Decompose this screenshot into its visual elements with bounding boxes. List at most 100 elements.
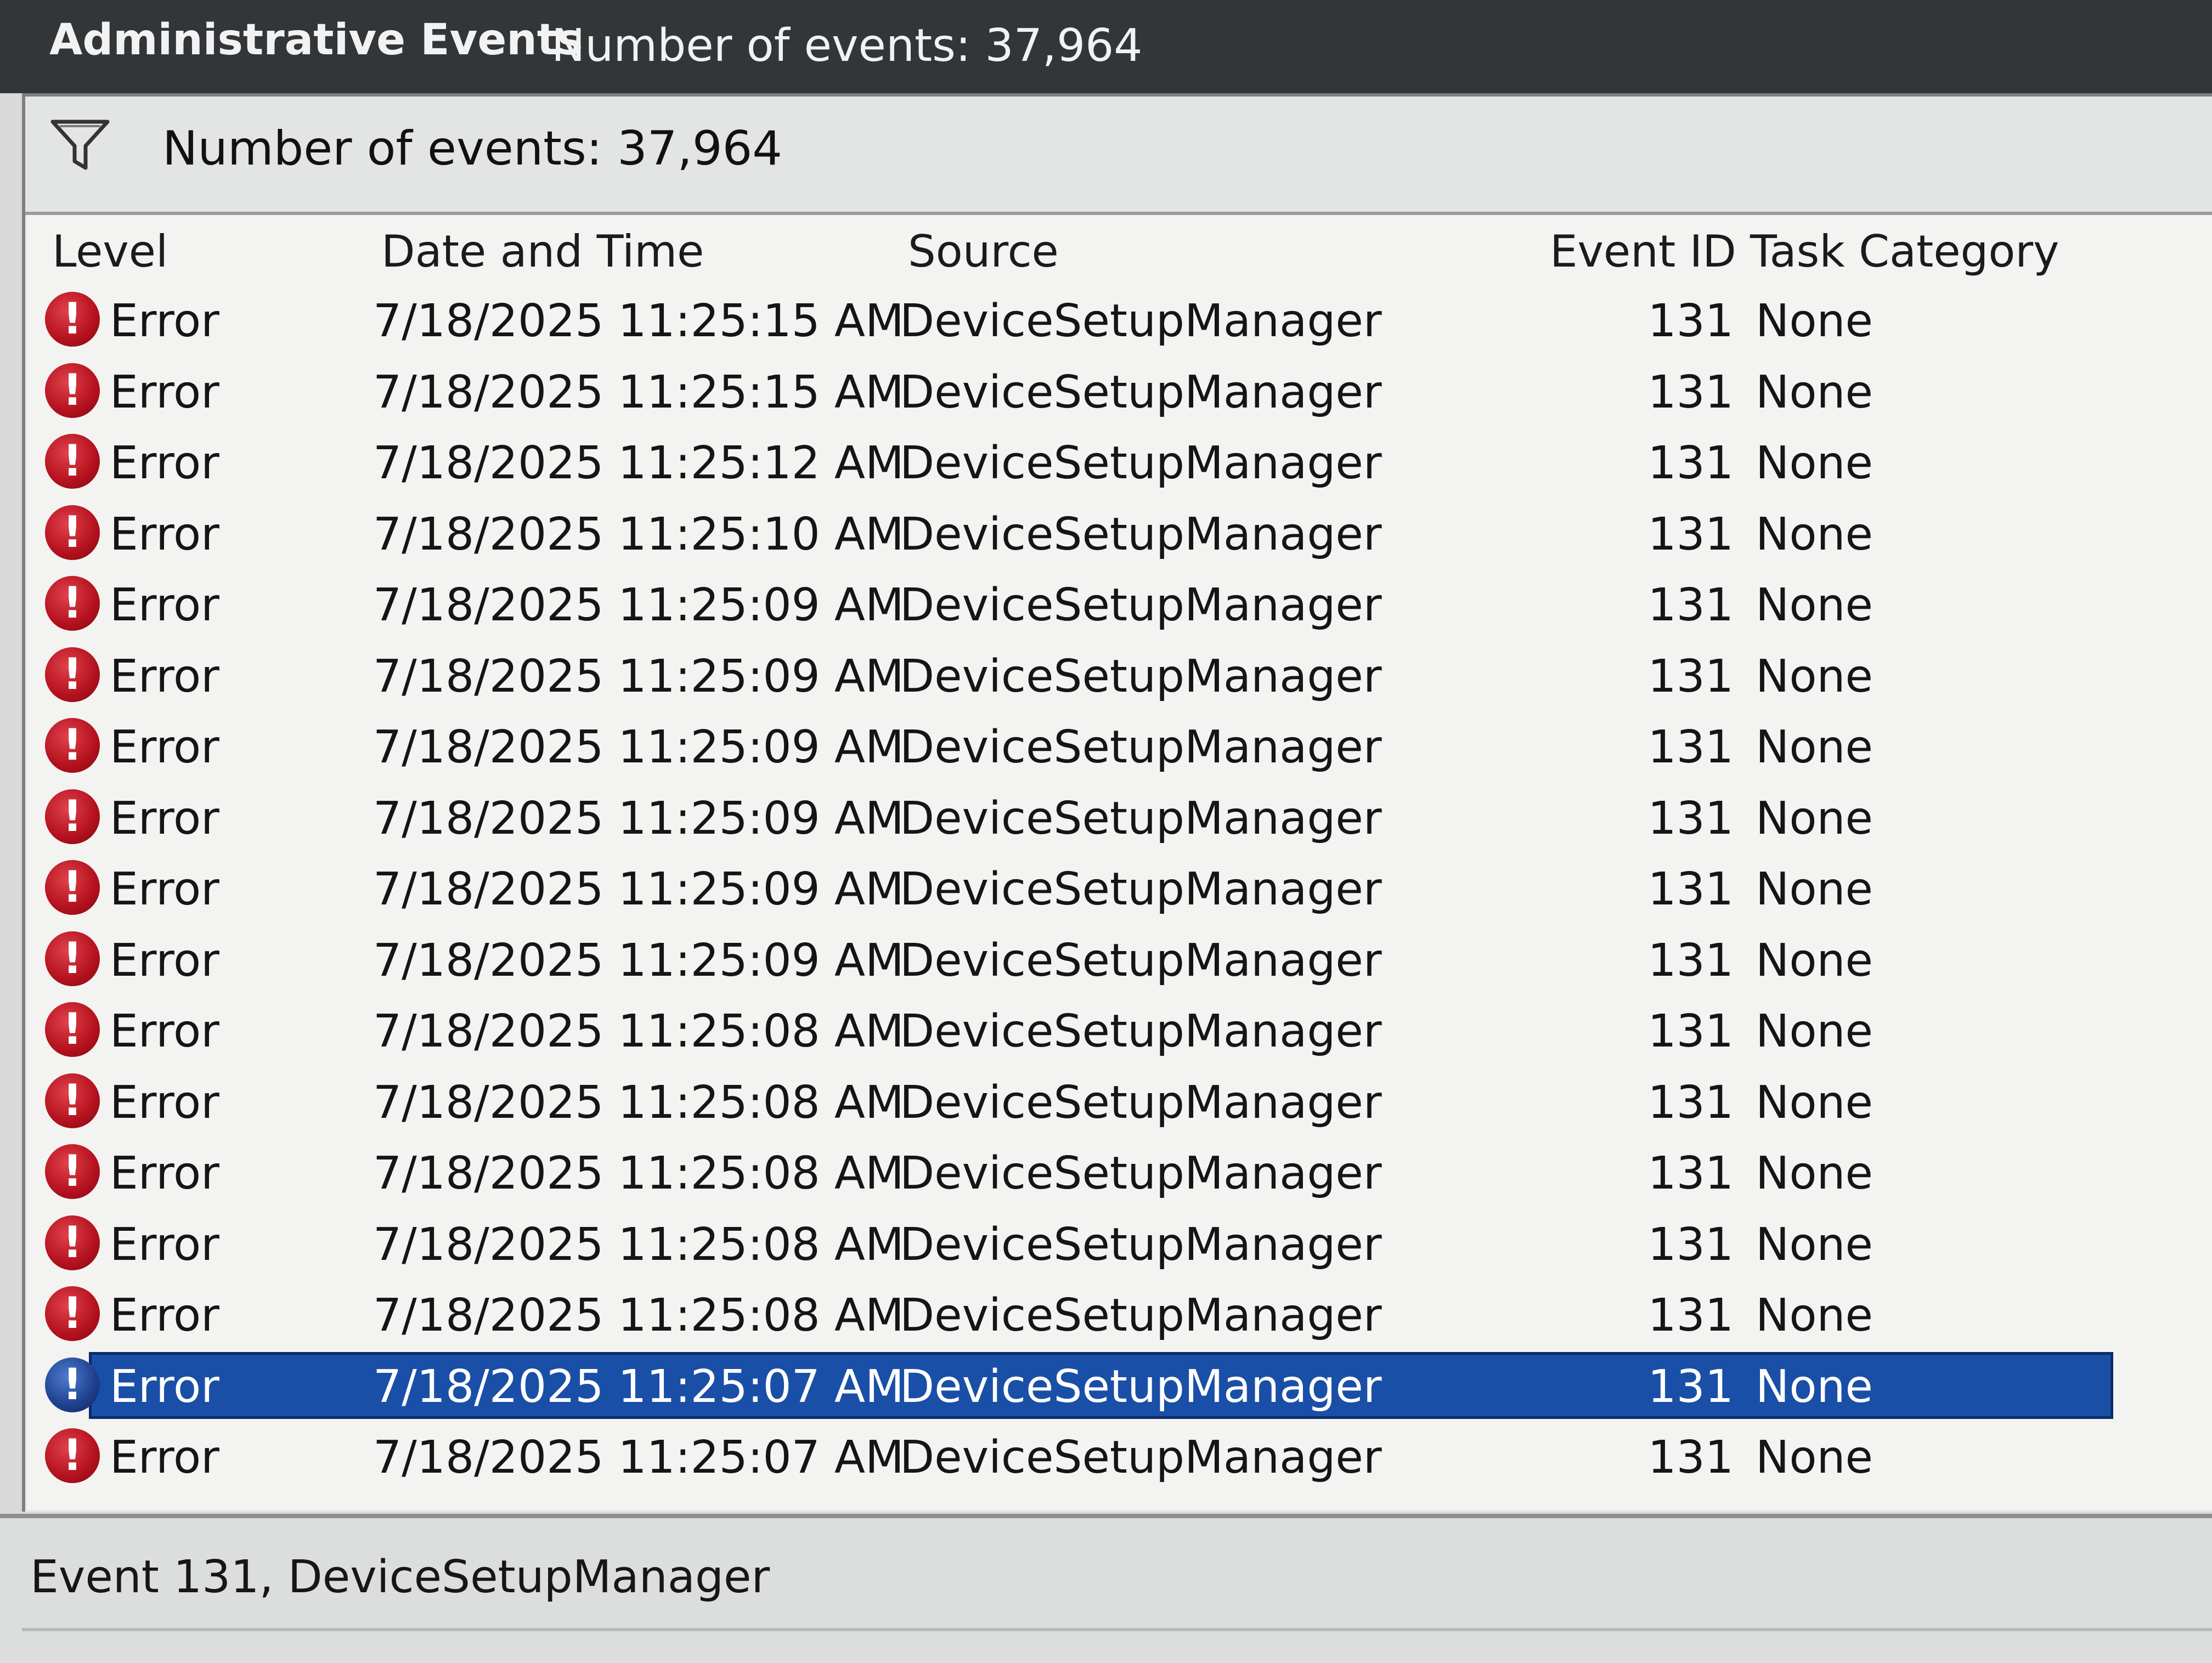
- table-row[interactable]: ! Error 7/18/2025 11:25:09 AM DeviceSetupMa…: [27, 642, 2112, 709]
- table-row[interactable]: ! Error 7/18/2025 11:25:12 AM DeviceSetupMa…: [27, 428, 2112, 495]
- date-time-cell: 7/18/2025 11:25:07 AM: [373, 1360, 904, 1413]
- table-row[interactable]: ! Error 7/18/2025 11:25:09 AM DeviceSetupMa…: [27, 570, 2112, 637]
- column-header-source[interactable]: Source: [908, 226, 1059, 277]
- table-row[interactable]: ! Error 7/18/2025 11:25:09 AM DeviceSetupMa…: [27, 926, 2112, 993]
- table-row[interactable]: ! Error 7/18/2025 11:25:07 AM DeviceSetupMa…: [27, 1423, 2112, 1490]
- table-row[interactable]: ! Error 7/18/2025 11:25:09 AM DeviceSetupMa…: [27, 712, 2112, 779]
- view-title: Administrative Events: [49, 15, 583, 65]
- event-id-cell: 131: [1647, 792, 1734, 845]
- event-id-cell: 131: [1647, 366, 1734, 418]
- error-icon: !: [45, 1144, 100, 1199]
- date-time-cell: 7/18/2025 11:25:08 AM: [373, 1076, 904, 1129]
- date-time-cell: 7/18/2025 11:25:08 AM: [373, 1218, 904, 1271]
- date-time-cell: 7/18/2025 11:25:09 AM: [373, 721, 904, 773]
- date-time-cell: 7/18/2025 11:25:12 AM: [373, 437, 904, 489]
- task-category-cell: None: [1756, 934, 1873, 987]
- level-cell: Error: [110, 934, 219, 987]
- table-row[interactable]: ! Error 7/18/2025 11:25:08 AM DeviceSetupMa…: [27, 1210, 2112, 1277]
- error-icon: !: [45, 1215, 100, 1270]
- task-category-cell: None: [1756, 1289, 1873, 1342]
- source-cell: DeviceSetupManager: [900, 1289, 1382, 1342]
- source-cell: DeviceSetupManager: [900, 295, 1382, 347]
- column-header-task-category[interactable]: Task Category: [1750, 226, 2059, 277]
- table-row[interactable]: ! Error 7/18/2025 11:25:15 AM DeviceSetupMa…: [27, 286, 2112, 353]
- level-cell: Error: [110, 579, 219, 631]
- error-icon: !: [45, 647, 100, 702]
- task-category-cell: None: [1756, 1218, 1873, 1271]
- source-cell: DeviceSetupManager: [900, 366, 1382, 418]
- table-row[interactable]: ! Error 7/18/2025 11:25:08 AM DeviceSetupMa…: [27, 1281, 2112, 1348]
- event-id-cell: 131: [1647, 579, 1734, 631]
- event-id-cell: 131: [1647, 1147, 1734, 1200]
- level-cell: Error: [110, 1360, 219, 1413]
- error-icon: !: [45, 434, 100, 489]
- level-cell: Error: [110, 1432, 219, 1484]
- source-cell: DeviceSetupManager: [900, 792, 1382, 845]
- source-cell: DeviceSetupManager: [900, 650, 1382, 703]
- source-cell: DeviceSetupManager: [900, 437, 1382, 489]
- event-id-cell: 131: [1647, 508, 1734, 561]
- error-icon: !: [45, 1357, 100, 1412]
- error-icon: !: [45, 789, 100, 844]
- source-cell: DeviceSetupManager: [900, 1218, 1382, 1271]
- source-cell: DeviceSetupManager: [900, 1147, 1382, 1200]
- event-id-cell: 131: [1647, 1432, 1734, 1484]
- task-category-cell: None: [1756, 1147, 1873, 1200]
- source-cell: DeviceSetupManager: [900, 721, 1382, 773]
- column-header-level[interactable]: Level: [52, 226, 168, 277]
- source-cell: DeviceSetupManager: [900, 1076, 1382, 1129]
- event-id-cell: 131: [1647, 437, 1734, 489]
- event-id-cell: 131: [1647, 721, 1734, 773]
- table-row[interactable]: ! Error 7/18/2025 11:25:15 AM DeviceSetupMa…: [27, 358, 2112, 425]
- error-icon: !: [45, 292, 100, 347]
- date-time-cell: 7/18/2025 11:25:09 AM: [373, 792, 904, 845]
- error-icon: !: [45, 860, 100, 915]
- table-row[interactable]: ! Error 7/18/2025 11:25:09 AM DeviceSetupMa…: [27, 784, 2112, 851]
- error-icon: !: [45, 1002, 100, 1057]
- event-count-header: Number of events: 37,964: [551, 20, 1143, 72]
- event-id-cell: 131: [1647, 1360, 1734, 1413]
- error-icon: !: [45, 363, 100, 418]
- date-time-cell: 7/18/2025 11:25:09 AM: [373, 650, 904, 703]
- filter-funnel-icon[interactable]: [50, 117, 110, 172]
- task-category-cell: None: [1756, 792, 1873, 845]
- title-bar: Administrative Events Number of events: …: [0, 0, 2212, 93]
- date-time-cell: 7/18/2025 11:25:09 AM: [373, 934, 904, 987]
- table-row-selected[interactable]: ! Error 7/18/2025 11:25:07 AM DeviceSetupMa…: [27, 1351, 2113, 1419]
- column-header-event-id[interactable]: Event ID: [1550, 226, 1736, 277]
- task-category-cell: None: [1756, 437, 1873, 489]
- event-id-cell: 131: [1647, 295, 1734, 347]
- table-row[interactable]: ! Error 7/18/2025 11:25:09 AM DeviceSetupMa…: [27, 855, 2112, 921]
- date-time-cell: 7/18/2025 11:25:07 AM: [373, 1432, 904, 1484]
- table-row[interactable]: ! Error 7/18/2025 11:25:08 AM DeviceSetupMa…: [27, 1068, 2112, 1135]
- date-time-cell: 7/18/2025 11:25:15 AM: [373, 295, 904, 347]
- level-cell: Error: [110, 1218, 219, 1271]
- table-row[interactable]: ! Error 7/18/2025 11:25:08 AM DeviceSetupMa…: [27, 1139, 2112, 1206]
- date-time-cell: 7/18/2025 11:25:09 AM: [373, 579, 904, 631]
- event-id-cell: 131: [1647, 1076, 1734, 1129]
- event-id-cell: 131: [1647, 934, 1734, 987]
- date-time-cell: 7/18/2025 11:25:09 AM: [373, 863, 904, 915]
- level-cell: Error: [110, 295, 219, 347]
- error-icon: !: [45, 505, 100, 560]
- table-row[interactable]: ! Error 7/18/2025 11:25:10 AM DeviceSetupMa…: [27, 500, 2112, 567]
- error-icon: !: [45, 1073, 100, 1128]
- level-cell: Error: [110, 1005, 219, 1057]
- task-category-cell: None: [1756, 1432, 1873, 1484]
- task-category-cell: None: [1756, 1076, 1873, 1129]
- level-cell: Error: [110, 366, 219, 418]
- date-time-cell: 7/18/2025 11:25:08 AM: [373, 1147, 904, 1200]
- error-icon: !: [45, 931, 100, 986]
- level-cell: Error: [110, 721, 219, 773]
- level-cell: Error: [110, 508, 219, 561]
- source-cell: DeviceSetupManager: [900, 508, 1382, 561]
- source-cell: DeviceSetupManager: [900, 863, 1382, 915]
- source-cell: DeviceSetupManager: [900, 1432, 1382, 1484]
- source-cell: DeviceSetupManager: [900, 934, 1382, 987]
- error-icon: !: [45, 1428, 100, 1483]
- table-row[interactable]: ! Error 7/18/2025 11:25:08 AM DeviceSetupMa…: [27, 997, 2112, 1064]
- event-id-cell: 131: [1647, 1289, 1734, 1342]
- task-category-cell: None: [1756, 579, 1873, 631]
- column-header-date-time[interactable]: Date and Time: [381, 226, 704, 277]
- date-time-cell: 7/18/2025 11:25:08 AM: [373, 1289, 904, 1342]
